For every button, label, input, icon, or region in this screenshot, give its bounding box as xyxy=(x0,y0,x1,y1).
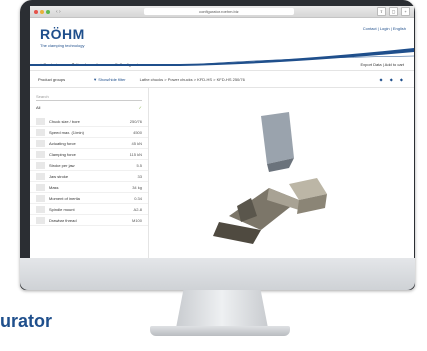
property-row[interactable]: Drawbar thread M100 xyxy=(30,215,148,226)
check-icon: ✓ xyxy=(138,105,142,110)
property-label: Drawbar thread xyxy=(49,217,77,223)
property-label: Speed max. (1/min) xyxy=(49,129,84,135)
property-row[interactable]: Jaw stroke 33 xyxy=(30,171,148,182)
monitor-chin xyxy=(20,258,415,290)
minimize-dot-icon[interactable] xyxy=(40,9,44,14)
filter-toggle[interactable]: ▼ Show/hide filter xyxy=(93,77,125,82)
tabs-icon[interactable]: ▢ xyxy=(388,7,398,16)
address-bar[interactable]: configurator.roehm.biz xyxy=(143,8,294,15)
property-value: 250/76 xyxy=(129,118,142,124)
property-list: Chuck size / bore 250/76 Speed max. (1/min… xyxy=(30,116,148,226)
property-value: 4500 xyxy=(133,129,142,135)
monitor-stand xyxy=(176,290,268,328)
chuck-3d-model[interactable] xyxy=(149,88,413,258)
all-filter[interactable]: All ✓ xyxy=(36,105,142,110)
thumbnail xyxy=(36,139,45,147)
property-row[interactable]: Chuck size / bore 250/76 xyxy=(30,116,148,127)
property-row[interactable]: Mass 34 kg xyxy=(30,182,148,193)
sub-toolbar: Product groups ▼ Show/hide filter Lathe … xyxy=(30,71,414,88)
property-value: M100 xyxy=(131,217,142,223)
property-value: 33 xyxy=(137,173,142,179)
breadcrumb[interactable]: Lathe chucks > Power chucks > KFD-HS > K… xyxy=(140,77,245,82)
property-row[interactable]: Stroke per jaw 5.5 xyxy=(30,160,148,171)
property-row[interactable]: Actuating force 45 kN xyxy=(30,138,148,149)
property-label: Actuating force xyxy=(49,140,76,146)
property-label: Spindle mount xyxy=(49,206,75,212)
site-header: RÖHM The clamping technology Contact | L… xyxy=(30,18,414,66)
thumbnail xyxy=(36,150,45,158)
search-input[interactable]: Search xyxy=(36,94,142,101)
thumbnail xyxy=(36,117,45,125)
property-row[interactable]: Spindle mount A2-8 xyxy=(30,204,148,215)
add-tab-icon[interactable]: + xyxy=(400,7,410,16)
view-icons[interactable]: ◆ ◆ ◆ xyxy=(380,77,406,82)
product-groups-label[interactable]: Product groups xyxy=(38,77,65,82)
browser-toolbar: ‹ › configurator.roehm.biz ⇪ ▢ + xyxy=(30,6,414,18)
property-row[interactable]: Moment of inertia 0.34 xyxy=(30,193,148,204)
property-value: 115 kN xyxy=(129,151,142,157)
all-label: All xyxy=(36,105,41,110)
3d-viewer[interactable] xyxy=(149,88,414,258)
monitor-foot xyxy=(150,326,290,336)
screen: ‹ › configurator.roehm.biz ⇪ ▢ + RÖHM Th… xyxy=(30,6,414,258)
browser-actions: ⇪ ▢ + xyxy=(376,7,410,16)
back-forward-icon[interactable]: ‹ › xyxy=(56,9,61,15)
property-label: Chuck size / bore xyxy=(49,118,80,124)
main-area: Search All ✓ Chuck size / bore 250/76 Spee… xyxy=(30,88,414,258)
thumbnail xyxy=(36,128,45,136)
thumbnail xyxy=(36,172,45,180)
property-label: Clamping force xyxy=(49,151,76,157)
property-row[interactable]: Clamping force 115 kN xyxy=(30,149,148,160)
property-value: 0.34 xyxy=(134,195,142,201)
property-value: 5.5 xyxy=(136,162,142,168)
property-label: Jaw stroke xyxy=(49,173,69,179)
property-value: 34 kg xyxy=(132,184,142,190)
property-value: 45 kN xyxy=(131,140,142,146)
page-caption: urator xyxy=(0,311,53,331)
thumbnail xyxy=(36,183,45,191)
top-links[interactable]: Contact | Login | English xyxy=(363,26,406,31)
property-label: Moment of inertia xyxy=(49,195,80,201)
maximize-dot-icon[interactable] xyxy=(46,9,50,14)
property-label: Stroke per jaw xyxy=(49,162,75,168)
thumbnail xyxy=(36,161,45,169)
thumbnail xyxy=(36,205,45,213)
thumbnail xyxy=(36,216,45,224)
share-icon[interactable]: ⇪ xyxy=(376,7,386,16)
property-row[interactable]: Speed max. (1/min) 4500 xyxy=(30,127,148,138)
property-value: A2-8 xyxy=(133,206,142,212)
header-swoosh-graphic xyxy=(30,48,414,66)
property-label: Mass xyxy=(49,184,59,190)
sidebar: Search All ✓ Chuck size / bore 250/76 Spee… xyxy=(30,88,149,258)
close-dot-icon[interactable] xyxy=(34,9,38,14)
thumbnail xyxy=(36,194,45,202)
brand-logo[interactable]: RÖHM xyxy=(40,26,85,42)
